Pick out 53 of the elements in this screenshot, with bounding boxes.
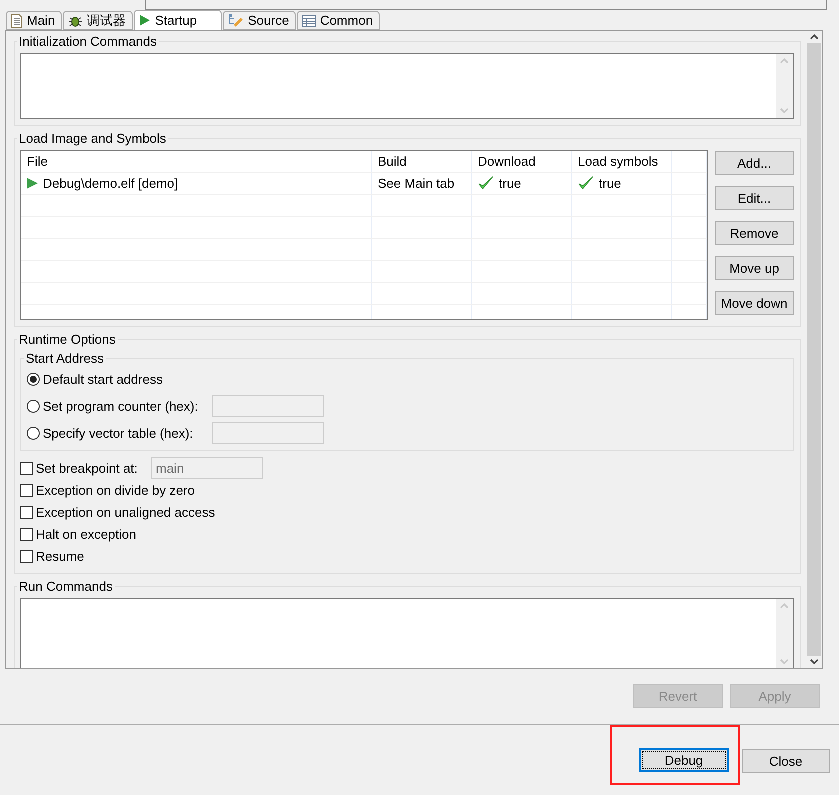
table-cell: true xyxy=(599,176,622,191)
document-icon xyxy=(11,14,23,28)
option-label: Halt on exception xyxy=(36,526,136,542)
option-label: Resume xyxy=(36,548,84,564)
table-cell: Debug\demo.elf [demo] xyxy=(43,176,178,191)
tab[interactable]: Common xyxy=(297,11,380,30)
side-button[interactable]: Move up xyxy=(715,256,794,280)
column-header: File xyxy=(27,154,48,169)
group-title: Run Commands xyxy=(18,579,114,594)
column-header: Load symbols xyxy=(578,154,658,169)
checkbox[interactable] xyxy=(20,484,33,496)
option-label: Exception on unaligned access xyxy=(36,504,216,520)
checkmark-icon xyxy=(578,176,594,191)
tab[interactable]: 调试器 xyxy=(63,11,134,30)
radio-button[interactable] xyxy=(27,372,40,386)
dialog-button[interactable]: Debug xyxy=(639,748,729,772)
input-field[interactable] xyxy=(212,422,324,444)
side-button[interactable]: Edit... xyxy=(715,186,794,210)
table-icon xyxy=(302,14,316,26)
scroll-up-icon[interactable] xyxy=(810,34,818,40)
option-label: Default start address xyxy=(43,372,163,386)
column-header: Build xyxy=(378,154,407,169)
option-label: Exception on divide by zero xyxy=(36,482,195,498)
tab[interactable]: Source xyxy=(223,11,296,30)
scrollbar[interactable] xyxy=(806,31,822,668)
dialog-button[interactable]: Close xyxy=(742,749,830,773)
tab[interactable]: Main xyxy=(6,11,62,30)
checkbox[interactable] xyxy=(20,462,33,474)
radio-button[interactable] xyxy=(27,426,40,440)
group-title: Start Address xyxy=(25,351,106,366)
side-button[interactable]: Move down xyxy=(715,291,794,315)
group-title: Runtime Options xyxy=(18,332,117,347)
hierarchy-pencil-icon xyxy=(228,14,244,28)
scroll-down-icon[interactable] xyxy=(810,658,818,665)
table-cell: See Main tab xyxy=(378,176,455,191)
play-icon xyxy=(139,14,152,27)
checkbox[interactable] xyxy=(20,550,33,562)
radio-button[interactable] xyxy=(27,400,40,412)
group-title: Initialization Commands xyxy=(18,34,158,49)
play-icon xyxy=(27,178,38,189)
checkmark-icon xyxy=(478,176,494,191)
checkbox[interactable] xyxy=(20,506,33,518)
tab[interactable]: Startup xyxy=(134,10,222,30)
option-label: Set program counter (hex): xyxy=(43,398,200,414)
input-field[interactable] xyxy=(212,395,324,417)
table-cell: true xyxy=(499,176,522,191)
option-label: Specify vector table (hex): xyxy=(43,426,194,440)
side-button[interactable]: Remove xyxy=(715,221,794,245)
checkbox[interactable] xyxy=(20,528,33,540)
column-header: Download xyxy=(478,154,536,169)
group-title: Load Image and Symbols xyxy=(18,131,168,146)
side-button[interactable]: Add... xyxy=(715,151,794,175)
option-label: Set breakpoint at: xyxy=(36,460,139,476)
